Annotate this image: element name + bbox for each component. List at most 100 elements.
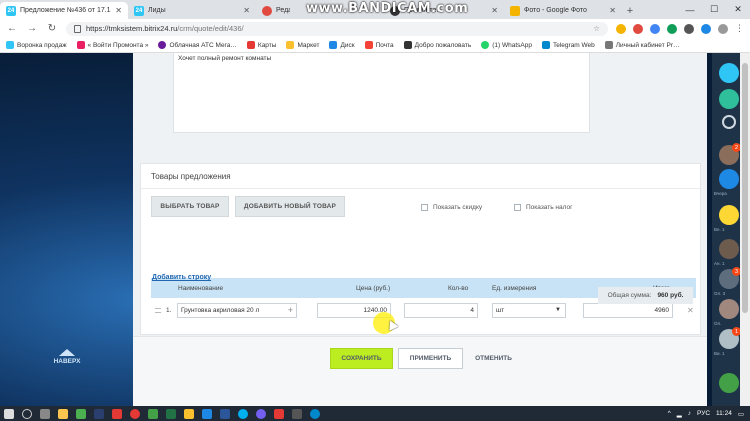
new-tab-button[interactable]: + xyxy=(622,2,638,19)
app-icon[interactable] xyxy=(184,408,194,419)
contact-label: Ви. 1 xyxy=(714,351,725,356)
network-icon[interactable]: ▂ xyxy=(677,410,682,418)
url-input[interactable]: https://tmksistem.bitrix24.ru/crm/quote/… xyxy=(66,21,608,36)
select-product-button[interactable]: ВЫБРАТЬ ТОВАР xyxy=(151,196,229,217)
profile-avatar[interactable] xyxy=(718,23,728,34)
drag-handle-icon[interactable] xyxy=(155,308,161,313)
app-icon[interactable] xyxy=(292,408,302,419)
minimize-icon[interactable]: — xyxy=(678,0,702,19)
bookmark-item[interactable]: Почта xyxy=(364,41,394,49)
chrome-icon[interactable] xyxy=(148,408,158,419)
reload-icon[interactable]: ↻ xyxy=(46,23,58,34)
extension-icon[interactable] xyxy=(684,23,694,34)
bookmark-item[interactable]: Telegram Web xyxy=(541,41,595,49)
app-icon[interactable] xyxy=(130,408,140,419)
excel-icon[interactable] xyxy=(166,408,176,419)
telegram-icon[interactable] xyxy=(310,408,320,419)
tray-up-icon[interactable]: ^ xyxy=(668,410,671,417)
close-window-icon[interactable]: ✕ xyxy=(726,0,750,19)
bookmark-item[interactable]: Личный кабинет Pr… xyxy=(604,41,680,49)
bandicam-watermark: www.BANDICAM.com xyxy=(306,1,469,16)
maximize-icon[interactable]: ☐ xyxy=(702,0,726,19)
close-icon[interactable]: ✕ xyxy=(243,6,250,15)
chat-icon[interactable] xyxy=(719,89,739,109)
header-price: Цена (руб.) xyxy=(356,284,391,292)
product-name-input[interactable]: Грунтовка акриловая 20 л + xyxy=(177,303,297,318)
back-arrow-icon[interactable]: ← xyxy=(6,23,18,34)
windows-start-icon[interactable] xyxy=(4,408,14,419)
photoshop-icon[interactable] xyxy=(94,408,104,419)
scrollbar-thumb[interactable] xyxy=(742,63,748,313)
apply-button[interactable]: ПРИМЕНИТЬ xyxy=(398,348,463,369)
add-new-product-button[interactable]: ДОБАВИТЬ НОВЫЙ ТОВАР xyxy=(235,196,345,217)
skype-icon[interactable] xyxy=(238,408,248,419)
bookmark-item[interactable]: Воронка продаж xyxy=(6,41,67,49)
avatar[interactable] xyxy=(719,299,739,319)
notifications-icon[interactable] xyxy=(719,63,739,83)
save-button[interactable]: СОХРАНИТЬ xyxy=(330,348,393,369)
checkbox-box[interactable] xyxy=(421,204,428,211)
bookmark-icon xyxy=(158,41,167,49)
app-icon[interactable] xyxy=(112,408,122,419)
cancel-button[interactable]: ОТМЕНИТЬ xyxy=(471,348,516,369)
bookmark-item[interactable]: « Войти Промонта » xyxy=(76,41,148,49)
extension-icon[interactable] xyxy=(633,23,643,34)
lock-icon xyxy=(74,24,81,33)
forward-arrow-icon[interactable]: → xyxy=(26,23,38,34)
viber-icon[interactable] xyxy=(256,408,266,419)
delete-row-icon[interactable]: ✕ xyxy=(687,306,694,315)
extension-icon[interactable] xyxy=(650,23,660,34)
bookmark-item[interactable]: Облачная АТС Мега… xyxy=(158,41,237,49)
tab-leads[interactable]: 24 Лиды ✕ xyxy=(128,2,256,19)
avatar[interactable] xyxy=(719,239,739,259)
extension-icon[interactable] xyxy=(701,23,711,34)
app-icon[interactable] xyxy=(202,408,212,419)
show-discount-checkbox[interactable]: Показать скидку xyxy=(421,204,482,211)
search-icon[interactable] xyxy=(722,115,736,129)
bookmark-item[interactable]: Карты xyxy=(246,41,276,49)
menu-dots-icon[interactable]: ⋮ xyxy=(735,23,744,34)
page-scrollbar[interactable] xyxy=(740,53,750,406)
language-indicator[interactable]: РУС xyxy=(697,410,710,417)
checkbox-box[interactable] xyxy=(514,204,521,211)
notifications-tray-icon[interactable]: ▭ xyxy=(738,410,744,418)
bookmark-item[interactable]: Добро пожаловать xyxy=(403,41,471,49)
tab-editor[interactable]: Редактир… xyxy=(256,2,296,19)
tab-label: Редактир… xyxy=(276,7,290,14)
header-qty: Кол-во xyxy=(448,284,469,292)
products-section: Товары предложения ВЫБРАТЬ ТОВАР ДОБАВИТ… xyxy=(140,163,701,335)
row-total-input[interactable]: 4960 xyxy=(583,303,673,318)
tab-quote[interactable]: 24 Предложение №436 от 17.1… ✕ xyxy=(0,2,128,19)
bookmark-item[interactable]: (1) WhatsApp xyxy=(481,41,532,49)
bookmark-item[interactable]: Маркет xyxy=(286,41,319,49)
show-tax-checkbox[interactable]: Показать налог xyxy=(514,204,573,211)
explorer-icon[interactable] xyxy=(58,408,68,419)
scroll-to-top-button[interactable]: НАВЕРХ xyxy=(52,349,82,365)
disk-icon xyxy=(329,41,338,49)
bookmark-item[interactable]: Диск xyxy=(329,41,355,49)
word-icon[interactable] xyxy=(220,408,230,419)
close-icon[interactable]: ✕ xyxy=(115,6,122,15)
avatar[interactable] xyxy=(719,169,739,189)
plus-icon[interactable]: + xyxy=(288,305,293,315)
avatar[interactable] xyxy=(719,205,739,225)
extension-icon[interactable] xyxy=(616,23,626,34)
unit-select[interactable]: шт ▼ xyxy=(492,303,566,318)
tab-google-photos[interactable]: Фото - Google Фото ✕ xyxy=(504,2,622,19)
quantity-input[interactable]: 4 xyxy=(404,303,478,318)
star-icon[interactable]: ☆ xyxy=(593,24,600,33)
extension-icon[interactable] xyxy=(667,23,677,34)
volume-icon[interactable]: ♪ xyxy=(688,410,691,417)
description-field[interactable]: Хочет полный ремонт комнаты xyxy=(173,53,590,133)
market-icon xyxy=(286,41,295,49)
close-icon[interactable]: ✕ xyxy=(491,6,498,15)
task-view-icon[interactable] xyxy=(40,408,50,419)
search-icon[interactable] xyxy=(22,408,32,419)
phone-icon[interactable] xyxy=(719,373,739,393)
close-icon[interactable]: ✕ xyxy=(609,6,616,15)
add-row-link[interactable]: Добавить строку xyxy=(152,274,211,281)
app-icon[interactable] xyxy=(274,408,284,419)
app-icon[interactable] xyxy=(76,408,86,419)
clock[interactable]: 11:24 xyxy=(716,410,732,417)
quote-edit-panel: Хочет полный ремонт комнаты Товары предл… xyxy=(133,53,707,406)
